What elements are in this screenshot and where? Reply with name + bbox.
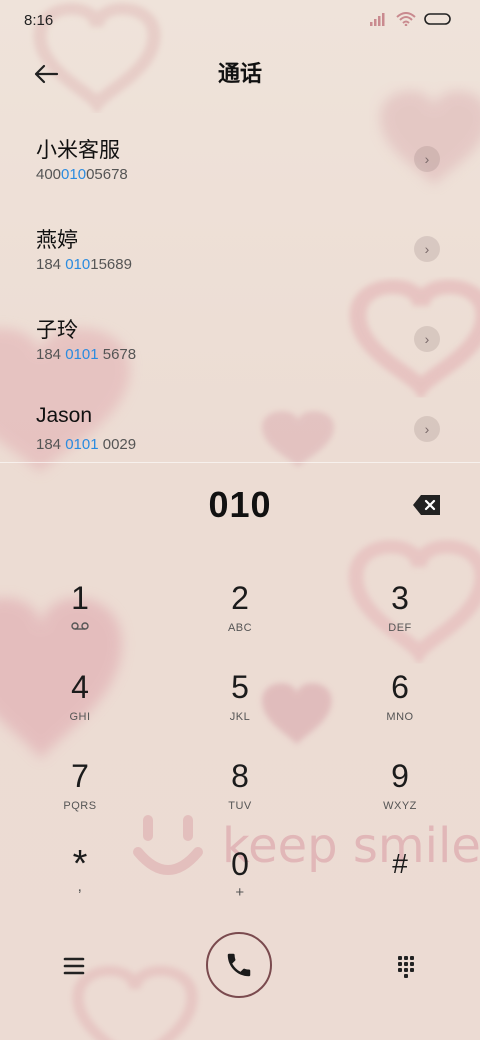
chevron-right-icon[interactable]: › (414, 146, 440, 172)
key-7[interactable]: 7 PQRS (20, 756, 140, 836)
chevron-right-icon[interactable]: › (414, 236, 440, 262)
signal-icon (370, 13, 385, 26)
page-title: 通话 (217, 61, 262, 86)
status-icons (370, 12, 452, 26)
chevron-right-icon[interactable]: › (414, 416, 440, 442)
list-item[interactable]: Jason 184 0101 0029 › (0, 390, 480, 480)
contact-number: 184 01015689 (36, 256, 132, 273)
key-0[interactable]: 0 + (180, 844, 300, 924)
key-2[interactable]: 2 ABC (180, 578, 300, 658)
contact-number: 184 0101 0029 (36, 436, 137, 453)
list-item[interactable]: 燕婷 184 01015689 › (0, 210, 480, 300)
contact-name: Jason (36, 404, 93, 427)
wifi-icon (396, 12, 416, 26)
contact-results-list: 小米客服 40001005678 › 燕婷 184 01015689 › 子玲 … (0, 120, 480, 480)
bottom-bar (0, 930, 480, 1002)
list-item[interactable]: 子玲 184 0101 5678 › (0, 300, 480, 390)
key-hash[interactable]: # (340, 844, 460, 924)
key-1[interactable]: 1 (20, 578, 140, 658)
menu-icon (63, 957, 85, 975)
key-3[interactable]: 3 DEF (340, 578, 460, 658)
header: 通话 (0, 48, 480, 96)
dialpad-toggle-button[interactable] (390, 950, 422, 982)
contact-name: 子玲 (36, 319, 78, 342)
battery-icon (424, 13, 451, 25)
chevron-right-icon[interactable]: › (414, 326, 440, 352)
call-button[interactable] (206, 932, 272, 998)
key-9[interactable]: 9 WXYZ (340, 756, 460, 836)
divider (0, 462, 480, 463)
voicemail-icon (71, 622, 89, 630)
key-star[interactable]: * , (20, 844, 140, 924)
contact-name: 小米客服 (36, 139, 120, 162)
contact-number: 40001005678 (36, 166, 128, 183)
contact-number: 184 0101 5678 (36, 346, 137, 363)
dialpad-icon (398, 956, 414, 978)
key-6[interactable]: 6 MNO (340, 667, 460, 747)
key-8[interactable]: 8 TUV (180, 756, 300, 836)
phone-icon (227, 953, 251, 977)
backspace-icon[interactable] (412, 494, 442, 516)
key-4[interactable]: 4 GHI (20, 667, 140, 747)
contact-name: 燕婷 (36, 229, 78, 252)
menu-button[interactable] (58, 950, 90, 982)
status-time: 8:16 (24, 12, 54, 29)
list-item[interactable]: 小米客服 40001005678 › (0, 120, 480, 210)
key-5[interactable]: 5 JKL (180, 667, 300, 747)
status-bar: 8:16 (0, 0, 480, 40)
dialed-number: 010 (208, 484, 272, 525)
